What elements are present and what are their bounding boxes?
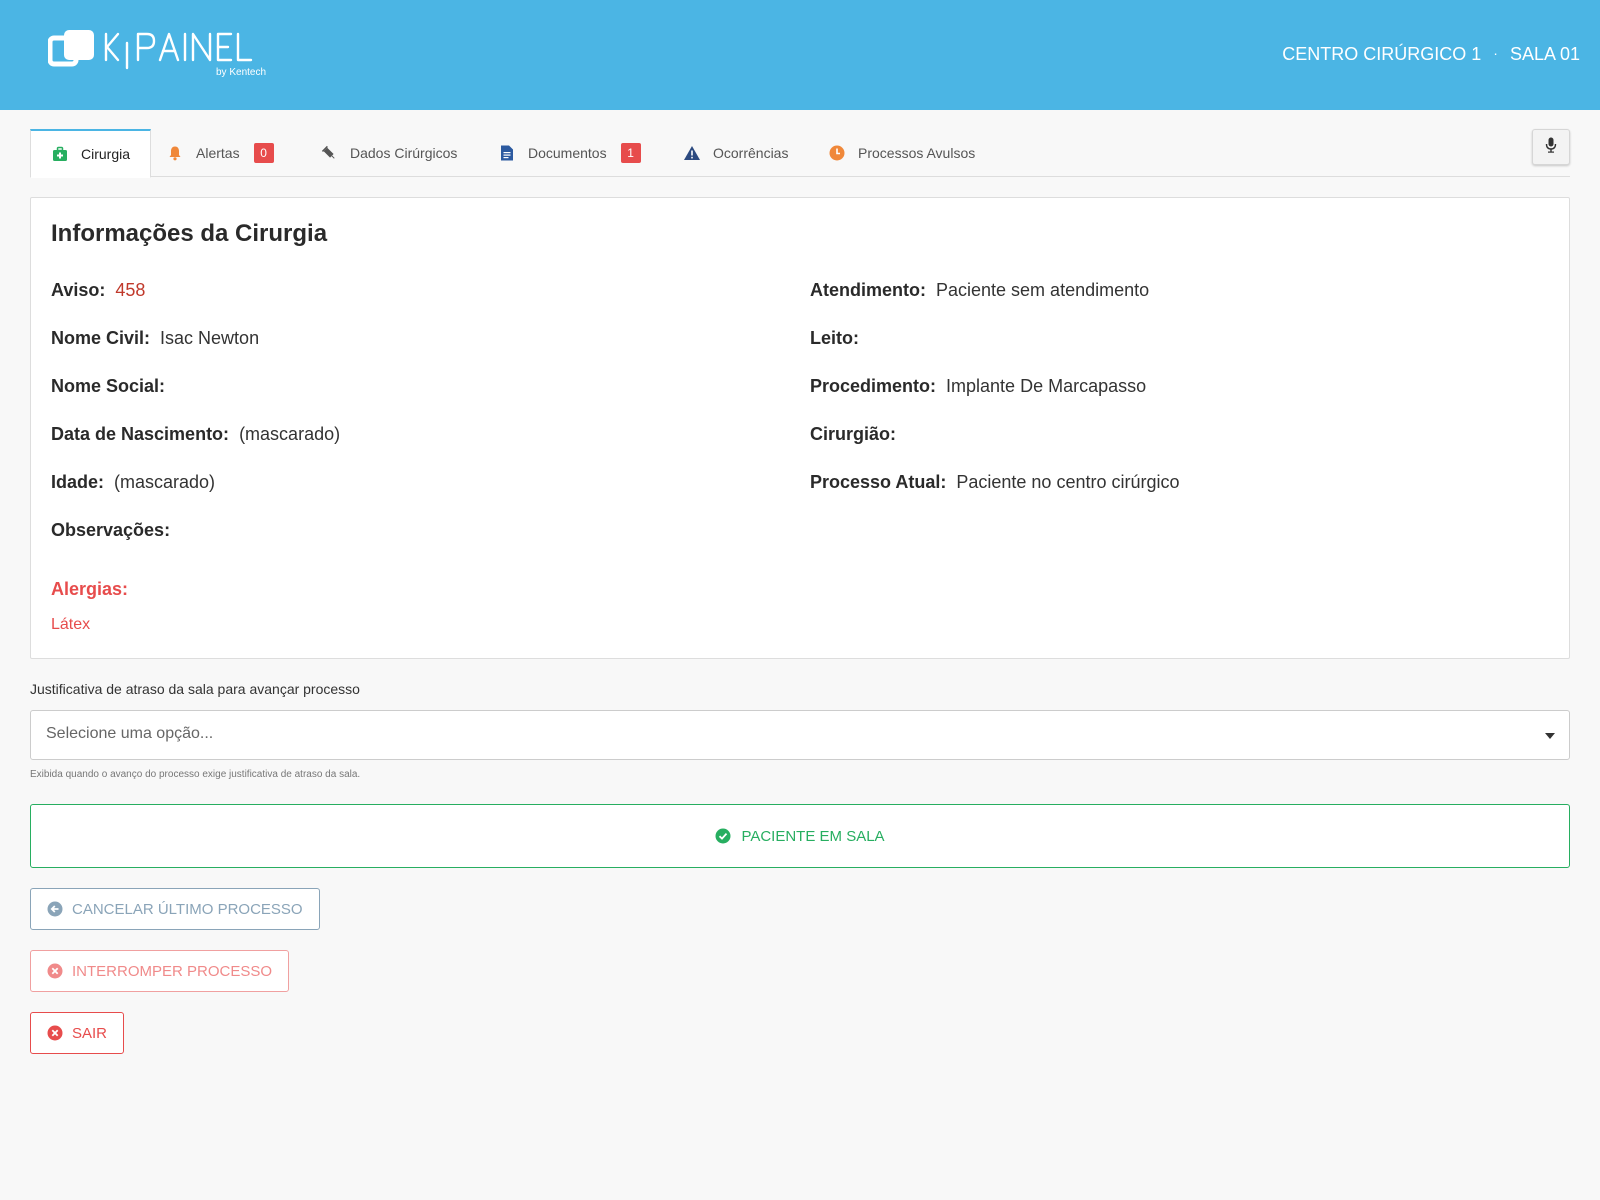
- info-row-aviso: Aviso: 458: [51, 280, 145, 301]
- info-row-nome-civil: Nome Civil: Isac Newton: [51, 328, 259, 349]
- info-row-processo-atual: Processo Atual: Paciente no centro cirúrg…: [810, 472, 1180, 493]
- button-label: CANCELAR ÚLTIMO PROCESSO: [72, 900, 303, 918]
- button-label: PACIENTE EM SALA: [741, 827, 885, 845]
- info-row-leito: Leito:: [810, 328, 869, 349]
- info-row-nome-social: Nome Social:: [51, 376, 175, 397]
- tab-ocorrencias[interactable]: Ocorrências: [683, 129, 788, 177]
- info-row-data-nascimento: Data de Nascimento: (mascarado): [51, 424, 340, 445]
- tab-label: Processos Avulsos: [858, 145, 976, 161]
- medical-kit-icon: [51, 145, 69, 163]
- info-label: Procedimento:: [810, 376, 937, 396]
- location-separator: ·: [1493, 45, 1498, 61]
- kpainel-logo: by Kentech: [48, 28, 278, 82]
- button-label: SAIR: [72, 1024, 108, 1042]
- cancel-last-process-button[interactable]: CANCELAR ÚLTIMO PROCESSO: [30, 888, 320, 930]
- info-label: Processo Atual:: [810, 472, 947, 492]
- documents-count-badge: 1: [620, 143, 641, 163]
- info-label: Data de Nascimento:: [51, 424, 230, 444]
- info-label: Cirurgião:: [810, 424, 897, 444]
- info-row-observacoes: Observações:: [51, 520, 180, 541]
- info-row-procedimento: Procedimento: Implante De Marcapasso: [810, 376, 1146, 397]
- info-row-atendimento: Atendimento: Paciente sem atendimento: [810, 280, 1149, 301]
- tab-documentos[interactable]: Documentos 1: [498, 129, 641, 177]
- patient-in-room-button[interactable]: PACIENTE EM SALA: [30, 804, 1570, 868]
- info-label: Nome Civil:: [51, 328, 151, 348]
- tab-cirurgia[interactable]: Cirurgia: [30, 129, 152, 178]
- surgery-info-card: Informações da Cirurgia Aviso: 458 Nome C…: [30, 197, 1570, 659]
- info-value: Isac Newton: [160, 328, 260, 348]
- arrow-left-circle-icon: [47, 901, 63, 917]
- logo-byline: by Kentech: [216, 67, 267, 78]
- info-label: Nome Social:: [51, 376, 166, 396]
- bell-icon: [166, 144, 184, 162]
- allergies-heading: Alergias:: [51, 579, 129, 599]
- info-value: Paciente sem atendimento: [936, 280, 1150, 300]
- info-row-idade: Idade: (mascarado): [51, 472, 215, 493]
- info-row-cirurgiao: Cirurgião:: [810, 424, 906, 445]
- info-label: Observações:: [51, 520, 171, 540]
- allergy-item: Látex: [51, 616, 91, 633]
- info-label: Idade:: [51, 472, 105, 492]
- info-value: 458: [115, 280, 146, 300]
- document-icon: [498, 144, 516, 162]
- tab-label: Documentos: [528, 145, 607, 161]
- info-value: Implante De Marcapasso: [946, 376, 1147, 396]
- delay-justification-select[interactable]: Selecione uma opção...: [30, 710, 1570, 760]
- check-circle-icon: [715, 828, 731, 844]
- room-label: SALA 01: [1509, 44, 1580, 64]
- tab-dados-cirurgicos[interactable]: Dados Cirúrgicos: [320, 129, 457, 177]
- info-label: Leito:: [810, 328, 859, 348]
- clock-icon: [828, 144, 846, 162]
- x-circle-icon: [47, 1025, 63, 1041]
- info-label: Aviso:: [51, 280, 106, 300]
- tab-bar: Cirurgia Alertas 0 Dados Cirúrgicos Docu…: [30, 129, 1570, 178]
- select-placeholder: Selecione uma opção...: [46, 725, 214, 742]
- info-label: Atendimento:: [810, 280, 926, 300]
- interrupt-process-button[interactable]: INTERROMPER PROCESSO: [30, 950, 290, 992]
- exit-button[interactable]: SAIR: [30, 1012, 125, 1054]
- tab-processos-avulsos[interactable]: Processos Avulsos: [828, 129, 975, 177]
- info-value: (mascarado): [114, 472, 216, 492]
- info-value: Paciente no centro cirúrgico: [956, 472, 1180, 492]
- microphone-icon: [1545, 137, 1557, 158]
- card-title: Informações da Cirurgia: [51, 220, 328, 247]
- warning-icon: [683, 144, 701, 162]
- alerts-count-badge: 0: [253, 143, 274, 163]
- room-location: CENTRO CIRÚRGICO 1 · SALA 01: [1282, 44, 1580, 65]
- tab-label: Ocorrências: [713, 145, 789, 161]
- tab-alertas[interactable]: Alertas 0: [166, 129, 274, 177]
- x-circle-icon: [47, 963, 63, 979]
- app-header: by Kentech CENTRO CIRÚRGICO 1 · SALA 01: [0, 0, 1600, 110]
- info-value: (mascarado): [239, 424, 341, 444]
- chevron-down-icon: [1545, 733, 1555, 739]
- tab-label: Alertas: [196, 145, 240, 161]
- tab-label: Dados Cirúrgicos: [350, 145, 458, 161]
- delay-justification-hint: Exibida quando o avanço do processo exig…: [30, 769, 361, 780]
- voice-input-button[interactable]: [1532, 129, 1570, 165]
- surgical-center-label: CENTRO CIRÚRGICO 1: [1282, 44, 1482, 64]
- delay-justification-label: Justificativa de atraso da sala para ava…: [30, 681, 360, 697]
- tab-label: Cirurgia: [81, 146, 131, 162]
- button-label: INTERROMPER PROCESSO: [72, 962, 273, 980]
- syringe-icon: [320, 144, 338, 162]
